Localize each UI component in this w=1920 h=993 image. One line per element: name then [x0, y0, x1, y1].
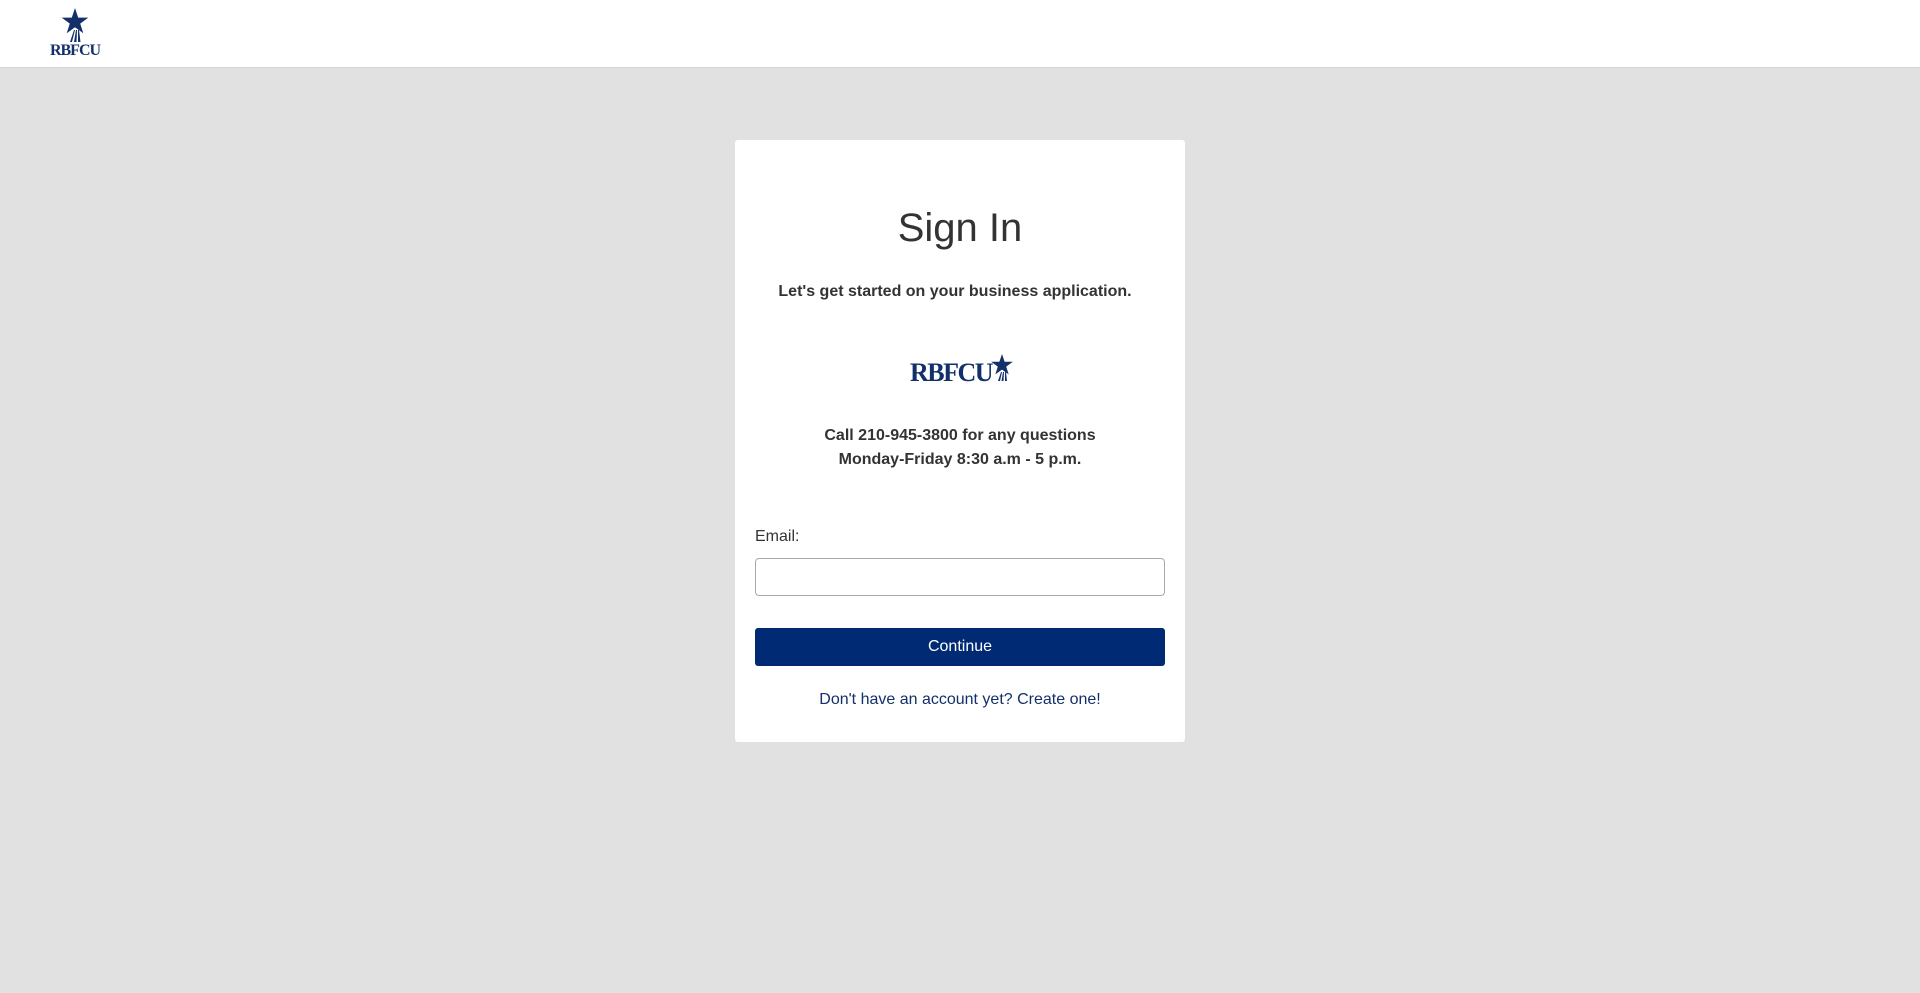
- card-logo-text: RBFCU: [910, 358, 994, 387]
- contact-info: Call 210-945-3800 for any questions Mond…: [735, 424, 1185, 472]
- sign-in-card: Sign In Let's get started on your busine…: [735, 140, 1185, 742]
- rbfcu-header-logo[interactable]: RBFCU: [48, 8, 102, 60]
- email-field[interactable]: [755, 558, 1165, 596]
- contact-phone-line: Call 210-945-3800 for any questions: [824, 427, 1096, 444]
- header-logo-text: RBFCU: [49, 42, 101, 59]
- email-label: Email:: [755, 528, 800, 545]
- contact-hours-line: Monday-Friday 8:30 a.m - 5 p.m.: [838, 451, 1082, 468]
- top-header-bar: RBFCU: [0, 0, 1920, 68]
- star-icon: [991, 354, 1013, 381]
- create-account-link[interactable]: Don't have an account yet? Create one!: [735, 691, 1185, 709]
- rbfcu-star-logo-icon: [61, 8, 89, 42]
- continue-button[interactable]: Continue: [755, 628, 1165, 666]
- rbfcu-card-logo: RBFCU: [910, 354, 1014, 387]
- sign-in-subtitle: Let's get started on your business appli…: [778, 283, 1132, 300]
- page-title: Sign In: [897, 206, 1023, 250]
